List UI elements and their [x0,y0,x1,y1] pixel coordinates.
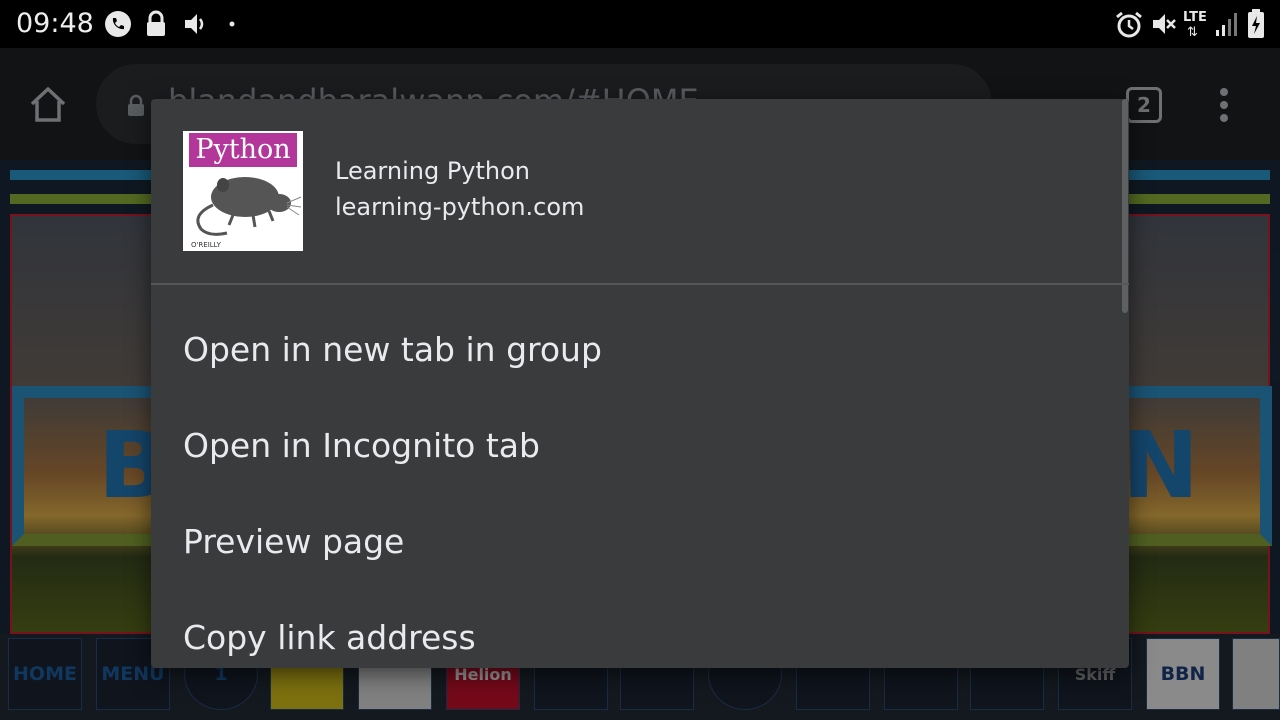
thumbnail-publisher: O'REILLY [191,241,221,249]
divider [151,283,1129,285]
data-arrows-icon: ⇅ [1187,25,1198,40]
open-in-new-tab-in-group-item[interactable]: Open in new tab in group [151,302,1129,398]
phone-icon [105,11,131,37]
thumbnail-title: Python [189,133,297,167]
network-type-label: LTE [1183,10,1207,25]
signal-icon [1216,13,1237,36]
status-time: 09:48 [16,8,94,39]
link-context-menu: Python O'REILLY Learning Python learning… [151,99,1129,668]
mute-icon [1153,14,1176,34]
dot-icon [229,21,235,27]
status-bar: 09:48 LTE ⇅ [0,0,1280,48]
rat-illustration-icon [196,177,302,236]
link-domain: learning-python.com [335,193,585,221]
alarm-icon [1116,11,1142,38]
link-title: Learning Python [335,157,531,185]
copy-link-address-item[interactable]: Copy link address [151,590,1129,668]
dialog-scrollbar[interactable] [1122,99,1128,313]
preview-page-item[interactable]: Preview page [151,494,1129,590]
link-thumbnail: Python O'REILLY [183,131,303,251]
lock-icon [147,10,165,36]
battery-charging-icon [1248,9,1264,38]
open-in-incognito-tab-item[interactable]: Open in Incognito tab [151,398,1129,494]
volume-icon [185,14,204,34]
